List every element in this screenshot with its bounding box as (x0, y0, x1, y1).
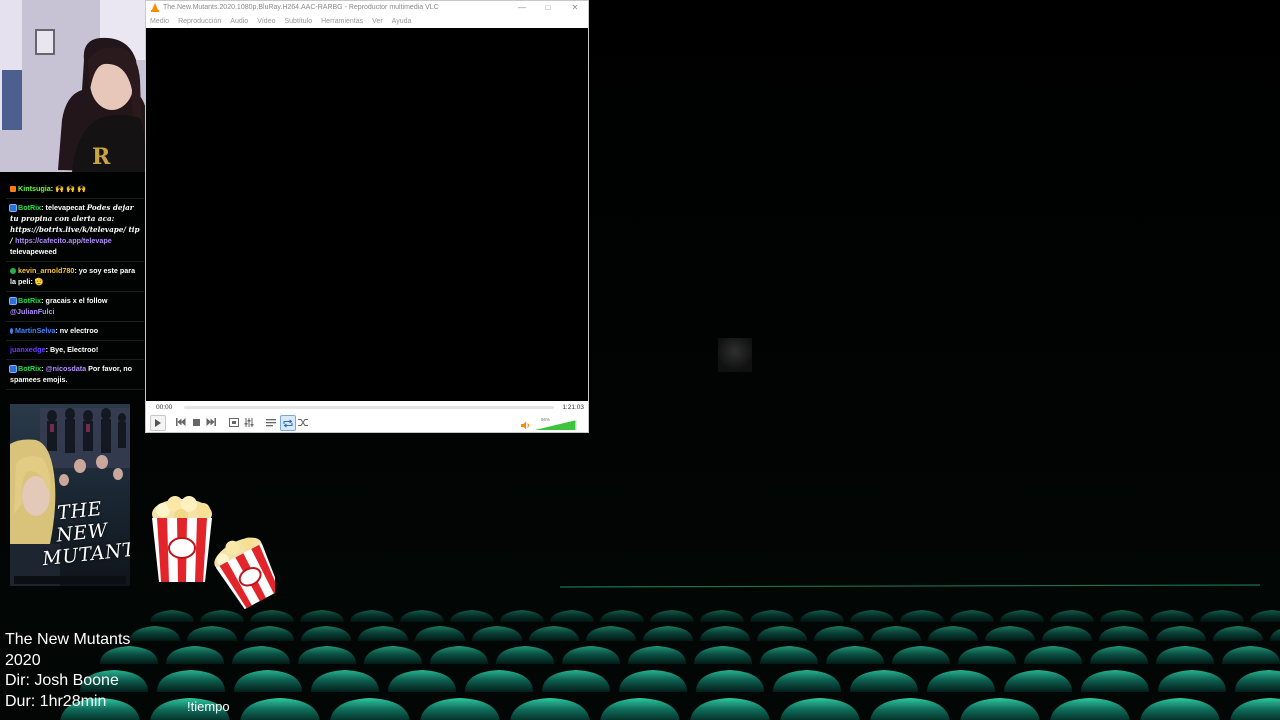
movie-title: The New Mutants (5, 631, 131, 648)
video-area[interactable] (146, 28, 588, 401)
play-button[interactable] (150, 415, 166, 431)
playlist-icon (266, 418, 276, 426)
chat-username[interactable]: BotRix (18, 364, 41, 373)
popcorn-emote (152, 496, 275, 610)
playlist-button[interactable] (264, 415, 278, 429)
volume-slider[interactable] (535, 420, 577, 430)
chat-text: : Bye, Electroo! (45, 345, 99, 354)
stream-chat: Kintsugia: 🙌 🙌 🙌 BotRix: televapecat Pode… (6, 180, 144, 390)
chat-username[interactable]: Kintsugia (18, 184, 51, 193)
chat-username[interactable]: MartinSelva (15, 326, 55, 335)
chat-text: : televapecat (41, 203, 87, 212)
chat-text: televapeweed (10, 247, 57, 256)
loop-icon (283, 419, 293, 427)
user-badge-icon (10, 328, 13, 334)
movie-poster: THE NEW MUTANTS (10, 404, 130, 586)
chat-message: MartinSelva: nv electroo (6, 322, 144, 341)
movie-year: 2020 (5, 651, 41, 669)
chat-text: : 🙌 🙌 🙌 (50, 184, 86, 193)
minimize-button[interactable]: — (509, 1, 535, 15)
menu-v-deo[interactable]: Vídeo (257, 15, 275, 28)
chat-username[interactable]: BotRix (18, 296, 41, 305)
menu-ver[interactable]: Ver (372, 15, 383, 28)
volume-level (535, 420, 576, 430)
chat-text: : gracais x el follow (41, 296, 108, 305)
loop-button[interactable] (280, 415, 296, 431)
chat-message: BotRix: televapecat Podes dejar tu propi… (6, 199, 144, 262)
chat-command-hint: !tiempo (187, 699, 230, 714)
elapsed-time: 00:00 (156, 404, 173, 411)
close-button[interactable]: ✕ (562, 1, 588, 15)
menu-medio[interactable]: Medio (150, 15, 169, 28)
vlc-cone-icon (151, 3, 159, 12)
chat-username[interactable]: BotRix (18, 203, 41, 212)
user-badge-icon (10, 186, 16, 192)
menu-subt-tulo[interactable]: Subtítulo (284, 15, 312, 28)
shuffle-icon (298, 418, 308, 426)
chat-message: BotRix: @nicosdata Por favor, no spamees… (6, 360, 144, 390)
previous-button[interactable] (174, 415, 188, 429)
floating-thumbnail (718, 338, 752, 372)
chat-mention[interactable]: @nicosdata (46, 364, 87, 373)
chat-link[interactable]: https://cafecito.app/televape (15, 236, 112, 245)
svg-text:R: R (92, 144, 111, 170)
menu-audio[interactable]: Audio (230, 15, 248, 28)
playback-controls: 00:00 1:21:03 96% (146, 401, 588, 432)
chat-message: kevin_arnold780: yo soy este para la pel… (6, 262, 144, 292)
vlc-window-title: The.New.Mutants.2020.1080p.BluRay.H264.A… (163, 4, 439, 11)
chat-message: BotRix: gracais x el follow @JulianFulci (6, 292, 144, 322)
skip-forward-icon (206, 418, 216, 426)
movie-duration: Dur: 1hr28min (5, 692, 107, 710)
total-time: 1:21:03 (562, 404, 584, 411)
stop-button[interactable] (189, 415, 203, 429)
fullscreen-button[interactable] (227, 415, 241, 429)
vlc-titlebar[interactable]: The.New.Mutants.2020.1080p.BluRay.H264.A… (146, 1, 588, 15)
chat-username[interactable]: kevin_arnold780 (18, 266, 74, 275)
vlc-window[interactable]: The.New.Mutants.2020.1080p.BluRay.H264.A… (145, 0, 589, 433)
shuffle-button[interactable] (296, 415, 310, 429)
chat-text: : nv electroo (55, 326, 99, 335)
bot-badge-icon (9, 297, 17, 305)
vlc-menubar: Medio Reproducción Audio Vídeo Subtítulo Herr… (146, 15, 588, 28)
skip-back-icon (176, 418, 186, 426)
extended-settings-button[interactable] (242, 415, 256, 429)
maximize-button[interactable]: □ (535, 1, 561, 15)
bot-badge-icon (9, 204, 17, 212)
stop-icon (192, 418, 200, 426)
chat-username[interactable]: juanxedge (10, 345, 46, 354)
bot-badge-icon (9, 365, 17, 373)
menu-herramientas[interactable]: Herramientas (321, 15, 363, 28)
fullscreen-icon (229, 417, 239, 427)
seek-bar[interactable] (184, 406, 554, 409)
chat-message: Kintsugia: 🙌 🙌 🙌 (6, 180, 144, 199)
poster-title: THE NEW MUTANTS (41, 497, 130, 571)
movie-director: Dir: Josh Boone (5, 672, 119, 689)
webcam-feed: R (0, 0, 146, 172)
chat-mention[interactable]: @JulianFulci (10, 307, 55, 316)
user-badge-icon (10, 268, 16, 274)
next-button[interactable] (204, 415, 218, 429)
play-icon (155, 419, 161, 427)
speaker-icon[interactable] (521, 421, 531, 430)
menu-reproducci-n[interactable]: Reproducción (178, 15, 221, 28)
menu-ayuda[interactable]: Ayuda (392, 15, 412, 28)
sliders-icon (244, 417, 254, 427)
chat-message: juanxedge: Bye, Electroo! (6, 341, 144, 360)
movie-info: The New Mutants 2020 Dir: Josh Boone Dur… (5, 630, 130, 712)
